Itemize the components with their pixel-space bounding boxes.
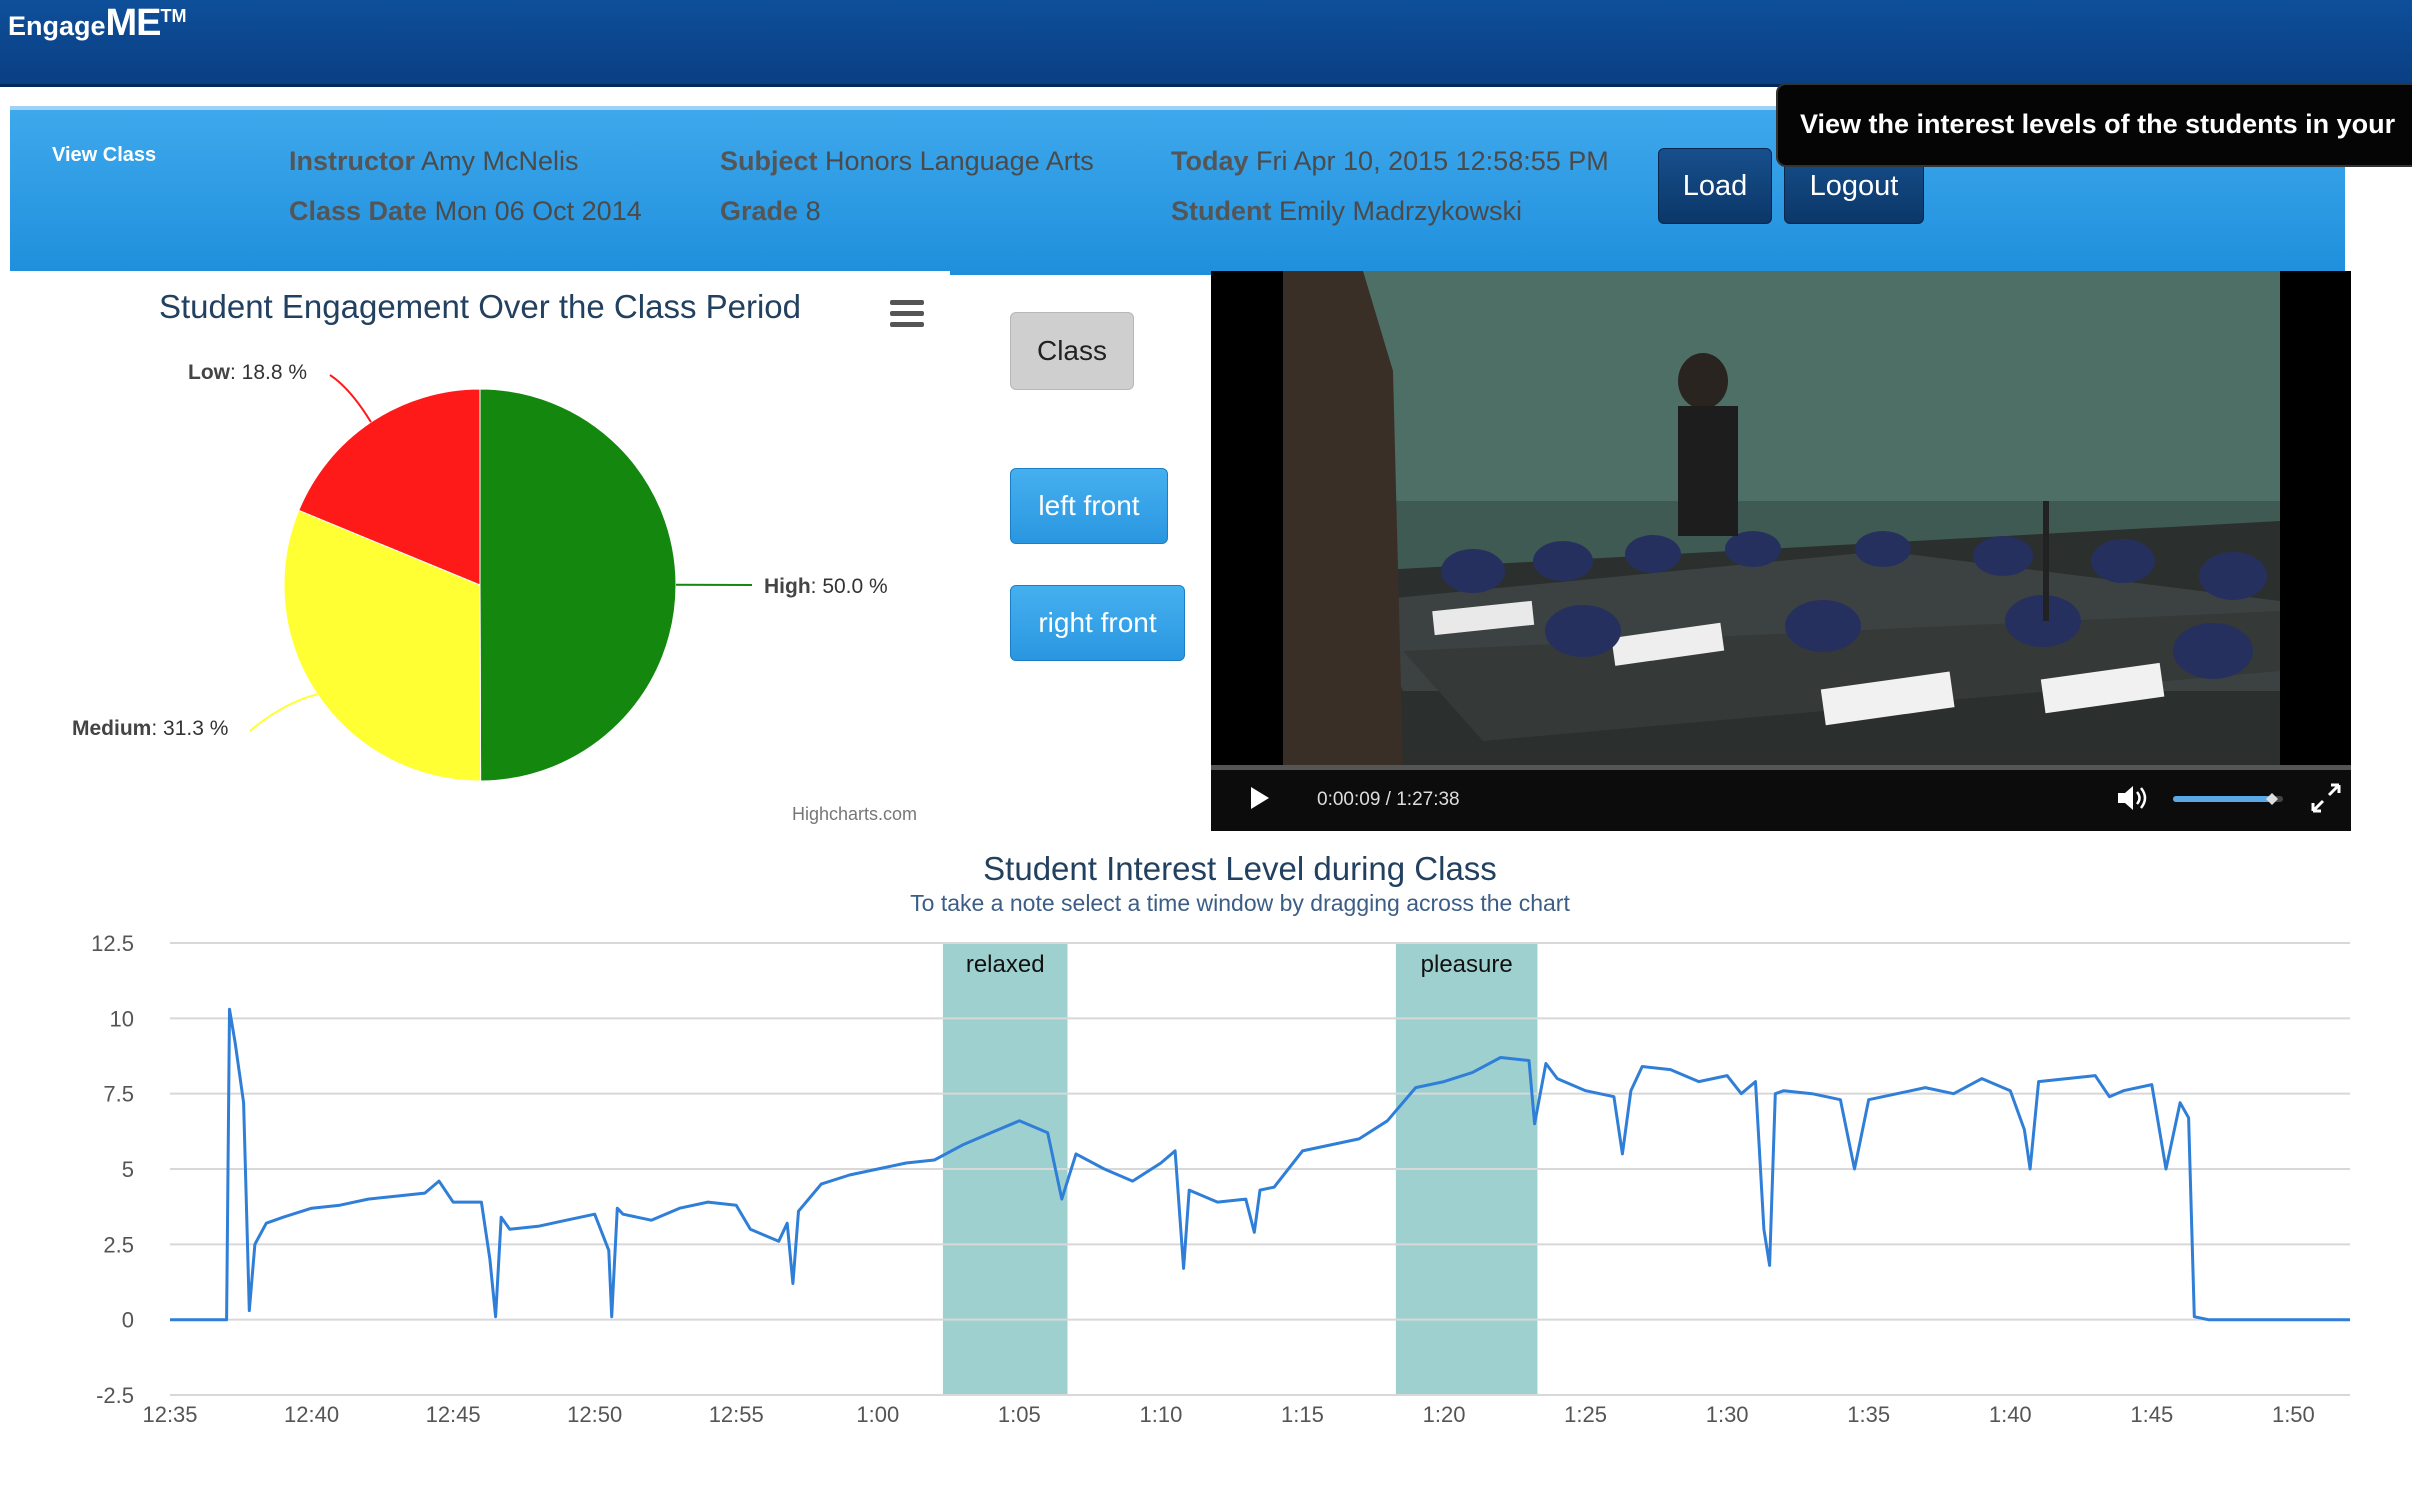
grade-value: 8 — [805, 196, 821, 226]
instructor-info: Instructor Amy McNelis — [289, 146, 579, 177]
play-icon[interactable] — [1249, 785, 1271, 811]
class-date-label: Class Date — [289, 196, 428, 226]
y-tick-label: -2.5 — [96, 1383, 134, 1408]
subject-value: Honors Language Arts — [825, 146, 1094, 176]
x-tick-label: 1:50 — [2272, 1402, 2315, 1427]
interest-line-chart[interactable]: relaxed pleasure 12.5 10 7.5 5 2.5 0 -2.5 12:35 12… — [0, 840, 2412, 1480]
plot-band-label: relaxed — [966, 951, 1045, 978]
x-tick-label: 12:50 — [567, 1402, 622, 1427]
pie-connector — [329, 374, 372, 423]
class-date-value: Mon 06 Oct 2014 — [434, 196, 642, 226]
x-tick-label: 1:00 — [856, 1402, 899, 1427]
x-tick-label: 1:35 — [1847, 1402, 1890, 1427]
video-controls: 0:00:09 / 1:27:38 — [1211, 765, 2351, 831]
video-time: 0:00:09 / 1:27:38 — [1317, 789, 1460, 810]
pie-label-medium: Medium: 31.3 % — [72, 717, 229, 740]
pie-chart[interactable] — [0, 271, 960, 831]
today-label: Today — [1171, 146, 1249, 176]
grade-info: Grade 8 — [720, 196, 821, 227]
y-tick-label: 12.5 — [91, 931, 134, 956]
student-value: Emily Madrzykowski — [1279, 196, 1523, 226]
subject-label: Subject — [720, 146, 818, 176]
y-tick-label: 7.5 — [103, 1082, 134, 1107]
x-tick-label: 1:40 — [1989, 1402, 2032, 1427]
plot-band-label: pleasure — [1421, 951, 1513, 978]
x-tick-label: 1:05 — [998, 1402, 1041, 1427]
x-tick-label: 12:35 — [142, 1402, 197, 1427]
logo-text-engage: Engage — [8, 11, 106, 41]
fullscreen-icon[interactable] — [2311, 783, 2341, 813]
x-tick-label: 1:10 — [1139, 1402, 1182, 1427]
help-tooltip: View the interest levels of the students… — [1776, 83, 2412, 167]
x-tick-label: 1:25 — [1564, 1402, 1607, 1427]
video-player[interactable]: 0:00:09 / 1:27:38 — [1211, 271, 2351, 831]
x-tick-label: 1:30 — [1706, 1402, 1749, 1427]
x-tick-label: 1:20 — [1423, 1402, 1466, 1427]
pie-label-low: Low: 18.8 % — [188, 361, 308, 384]
student-info: Student Emily Madrzykowski — [1171, 196, 1522, 227]
instructor-value: Amy McNelis — [421, 146, 579, 176]
subject-info: Subject Honors Language Arts — [720, 146, 1094, 177]
left-front-button[interactable]: left front — [1010, 468, 1168, 544]
volume-icon[interactable] — [2116, 783, 2152, 813]
top-navbar: EngageMETM — [0, 0, 2412, 87]
student-label: Student — [1171, 196, 1272, 226]
y-tick-label: 2.5 — [103, 1232, 134, 1257]
volume-slider[interactable] — [2173, 791, 2289, 807]
pie-slice-high — [479, 388, 677, 782]
class-date-info: Class Date Mon 06 Oct 2014 — [289, 196, 642, 227]
pie-label-high: High: 50.0 % — [764, 575, 888, 598]
class-view-button[interactable]: Class — [1010, 312, 1134, 390]
logo-text-me: ME — [105, 2, 162, 44]
grade-label: Grade — [720, 196, 799, 226]
y-tick-label: 0 — [122, 1308, 134, 1333]
video-frame — [1283, 271, 2280, 767]
today-value: Fri Apr 10, 2015 12:58:55 PM — [1256, 146, 1609, 176]
view-class-link[interactable]: View Class — [52, 144, 156, 167]
app-logo[interactable]: EngageMETM — [8, 2, 187, 45]
right-front-button[interactable]: right front — [1010, 585, 1185, 661]
y-tick-label: 10 — [110, 1006, 134, 1031]
x-tick-label: 12:40 — [284, 1402, 339, 1427]
interest-series-line — [170, 1007, 2350, 1322]
volume-fill — [2173, 796, 2272, 802]
x-tick-label: 12:55 — [709, 1402, 764, 1427]
y-tick-label: 5 — [122, 1157, 134, 1182]
pie-connector — [249, 693, 318, 732]
video-progress-bar[interactable] — [1211, 765, 2351, 770]
load-button[interactable]: Load — [1658, 148, 1772, 224]
x-tick-label: 1:45 — [2130, 1402, 2173, 1427]
x-tick-label: 1:15 — [1281, 1402, 1324, 1427]
volume-thumb — [2266, 793, 2278, 805]
highcharts-credit[interactable]: Highcharts.com — [792, 804, 917, 825]
instructor-label: Instructor — [289, 146, 416, 176]
logo-trademark: TM — [160, 6, 187, 26]
today-info: Today Fri Apr 10, 2015 12:58:55 PM — [1171, 146, 1609, 177]
x-tick-label: 12:45 — [426, 1402, 481, 1427]
